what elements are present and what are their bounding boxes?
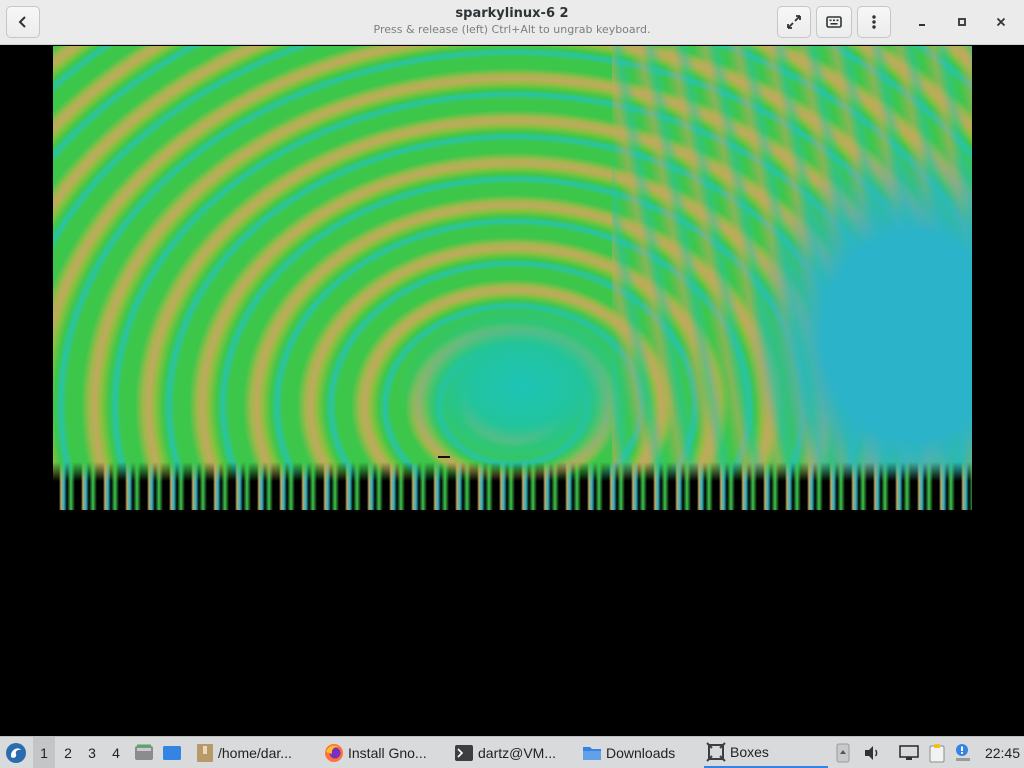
updates-button[interactable] [952,737,974,768]
volume-icon [865,745,878,760]
maximize-icon [958,18,966,26]
app-menu-button[interactable] [3,737,29,768]
task-label: Boxes [730,743,769,760]
task-label: dartz@VM... [478,744,557,761]
close-icon [996,17,1006,27]
fullscreen-button[interactable] [777,6,811,38]
show-desktop-button[interactable] [160,737,184,768]
send-keys-button[interactable] [816,6,852,38]
vertical-dots-icon [872,15,876,29]
sparky-logo-icon [6,742,26,763]
network-button[interactable] [898,737,920,768]
vm-display[interactable] [53,46,972,510]
fullscreen-icon [787,15,801,29]
task-label: Install Gno... [348,744,427,761]
taskbar: 1 2 3 4 /home/dar... Install Gno... dart… [0,736,1024,768]
workspace-2[interactable]: 2 [57,737,79,768]
workspace-4[interactable]: 4 [105,737,127,768]
task-label: Downloads [606,744,676,761]
boxes-icon [706,741,726,762]
volume-button[interactable] [861,737,883,768]
tray-scroll-button[interactable] [834,737,852,768]
menu-button[interactable] [857,6,891,38]
clipboard-button[interactable] [926,737,948,768]
maximize-button[interactable] [949,9,975,35]
terminal-icon [455,744,473,761]
workspace-3[interactable]: 3 [81,737,103,768]
scroll-up-icon [836,743,850,762]
minimize-icon [919,24,925,26]
task-firefox[interactable]: Install Gno... [322,737,442,768]
window-subtitle: Press & release (left) Ctrl+Alt to ungra… [373,23,651,36]
network-icon [899,744,919,760]
mouse-cursor [438,456,450,458]
file-manager-icon [135,744,153,760]
clipboard-icon [929,743,945,762]
fractal-wallpaper-edge [53,462,972,510]
files-launcher[interactable] [133,737,155,768]
firefox-icon [325,743,343,762]
chevron-left-icon [18,16,26,28]
desktop-icon [163,745,181,760]
minimize-button[interactable] [909,9,935,35]
keyboard-icon [826,16,842,28]
clock[interactable]: 22:45 [985,737,1020,768]
close-button[interactable] [988,9,1014,35]
task-label: /home/dar... [218,744,292,761]
update-notification-icon [956,743,970,761]
task-home-folder[interactable]: /home/dar... [194,737,310,768]
task-downloads[interactable]: Downloads [580,737,692,768]
window-title: sparkylinux-6 2 [455,6,569,21]
archive-icon [197,743,213,762]
fractal-wallpaper-right [612,46,972,510]
back-button[interactable] [6,6,40,38]
folder-icon [583,746,601,760]
header-bar: sparkylinux-6 2 Press & release (left) C… [0,0,1024,45]
task-boxes[interactable]: Boxes [704,737,828,768]
task-terminal[interactable]: dartz@VM... [452,737,570,768]
workspace-1[interactable]: 1 [33,737,55,768]
